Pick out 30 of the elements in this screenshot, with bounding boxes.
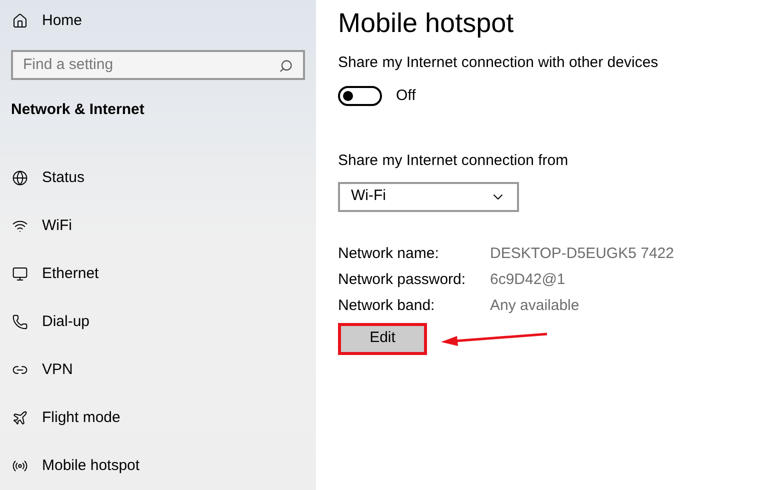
nav-item[interactable]: VPN [0,346,316,394]
nav-item[interactable]: Dial-up [0,298,316,346]
page-title: Mobile hotspot [338,7,515,40]
share-label: Share my Internet connection with other devices [338,53,660,73]
property-value: 6c9D42@1 [490,270,566,290]
toggle-label: Off [396,86,416,106]
source-dropdown[interactable]: Wi-Fi [338,182,519,212]
antenna-icon [12,458,28,474]
plane-icon [12,410,28,426]
toggle-switch[interactable] [338,86,382,106]
section-title: Network & Internet [10,100,146,120]
from-label: Share my Internet connection from [338,151,570,171]
edit-button[interactable]: Edit [338,322,427,354]
nav-item[interactable]: Flight mode [0,394,316,442]
phone-icon [12,314,28,330]
nav-item[interactable]: Status [0,154,316,202]
nav-item[interactable]: Ethernet [0,250,316,298]
monitor-icon [12,266,28,282]
property-label: Network name: [338,244,440,264]
property-value: Any available [490,296,580,316]
globe-icon [12,170,28,186]
search-icon [279,59,293,74]
search-field[interactable]: Find a setting [11,50,305,80]
property-value: DESKTOP-D5EUGK5 7422 [490,244,674,264]
nav-item[interactable]: WiFi [0,202,316,250]
nav-item[interactable]: Mobile hotspot [0,442,316,490]
property-label: Network band: [338,296,436,316]
home-icon [12,13,28,30]
property-label: Network password: [338,270,467,290]
home-link[interactable]: Home [0,0,316,42]
